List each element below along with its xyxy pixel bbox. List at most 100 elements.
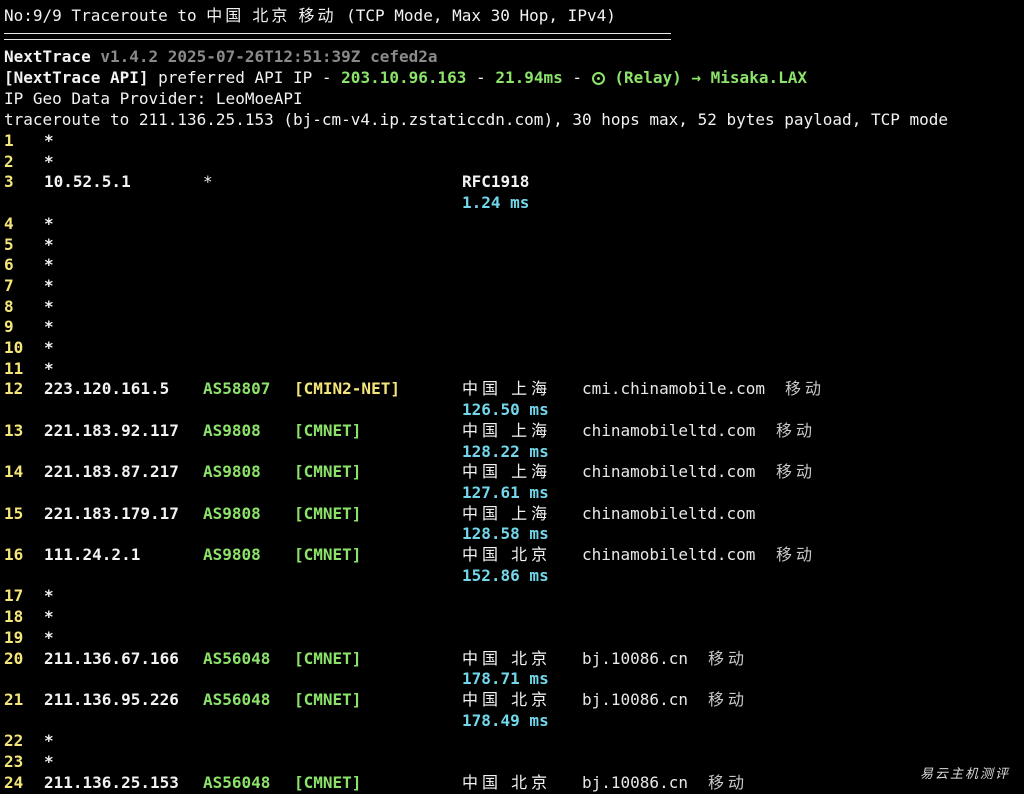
hop-geo: 中国 上海 [462,503,552,523]
hop-number: 12 [4,379,24,399]
hop-timeout: * [44,752,54,771]
hop-hostname: bj.10086.cn [582,689,688,709]
api-tag: [NextTrace API] [4,68,149,87]
hop-timeout: * [44,317,54,337]
hop-number: 3 [4,172,14,192]
hop-timeout: * [44,607,54,627]
hop-number: 16 [4,545,24,564]
hop-hostname: chinamobileltd.com [582,462,756,482]
hop-row: 22 * [0,730,1024,751]
nexttrace-version-line: NextTrace v1.4.2 2025-07-26T12:51:39Z ce… [4,46,438,67]
hop-rtt-row: 128.58 ms [0,523,1024,544]
hop-geo: 中国 北京 [462,545,552,564]
hop-geo: 中国 上海 [462,379,552,399]
hop-number: 21 [4,689,24,709]
api-relay: (Relay) → Misaka.LAX [614,68,807,87]
hop-number: 20 [4,648,24,668]
hop-net-tag: [CMNET] [294,689,362,709]
api-label: preferred API IP - [158,68,332,87]
hop-row: 5 * [0,234,1024,255]
hop-rtt-row: 126.50 ms [0,399,1024,420]
hop-row: 19 * [0,627,1024,648]
hop-asn: AS56048 [203,648,271,668]
hop-net-tag: [CMNET] [294,772,362,792]
hop-rtt: 178.71 ms [462,669,549,689]
hop-number: 8 [4,296,14,316]
hop-rtt: 127.61 ms [462,482,549,502]
hop-rtt: 178.49 ms [462,710,549,730]
hop-isp: 移动 [776,420,817,440]
api-separator-2: - [572,68,583,87]
api-latency: 21.94ms [495,68,563,87]
hop-geo: 中国 北京 [462,648,552,668]
hop-geo: 中国 北京 [462,689,552,709]
hop-timeout: * [44,586,54,606]
hop-row: 2 * [0,151,1024,172]
hop-asn: AS9808 [203,503,261,523]
hop-timeout: * [44,296,54,316]
hop-isp: 移动 [708,772,749,792]
hop-hostname: chinamobileltd.com [582,420,756,440]
hop-net-tag: [CMIN2-NET] [294,379,400,399]
hop-ip: 211.136.67.166 [44,648,179,668]
hop-asn: AS9808 [203,545,261,564]
hop-rtt-row: 127.61 ms [0,482,1024,503]
hop-geo: 中国 北京 [462,772,552,792]
hop-row: 21 211.136.95.226 AS56048 [CMNET] 中国 北京 bj.10… [0,689,1024,710]
hop-row: 15 221.183.179.17 AS9808 [CMNET] 中国 上海 chinam… [0,503,1024,524]
hop-timeout: * [44,627,54,647]
hop-timeout: * [44,234,54,254]
hop-row: 14 221.183.87.217 AS9808 [CMNET] 中国 上海 chinam… [0,461,1024,482]
traceroute-title: No:9/9 Traceroute to 中国 北京 移动 (TCP Mode,… [4,5,616,26]
hop-timeout: * [44,338,54,357]
hop-number: 22 [4,731,24,751]
hop-number: 14 [4,462,24,482]
hop-number: 1 [4,131,14,150]
hop-isp: 移动 [776,462,817,482]
hop-number: 10 [4,338,24,357]
hop-row: 9 * [0,316,1024,337]
hop-row: 17 * [0,585,1024,606]
watermark: 易云主机测评 [919,767,1010,782]
hop-hostname: chinamobileltd.com [582,545,756,564]
hop-row: 13 221.183.92.117 AS9808 [CMNET] 中国 上海 chinam… [0,420,1024,441]
hop-timeout: * [44,151,54,171]
hop-row: 18 * [0,606,1024,627]
hop-hostname: bj.10086.cn [582,772,688,792]
hop-rtt: 126.50 ms [462,400,549,420]
hop-number: 4 [4,213,14,233]
hop-rtt-row: 1.24 ms [0,192,1024,213]
title-suffix: (TCP Mode, Max 30 Hop, IPv4) [346,6,616,25]
hop-number: 7 [4,275,14,295]
hop-geo: 中国 上海 [462,420,552,440]
hop-asn: * [203,172,213,192]
divider-line [4,33,671,40]
hop-rtt-row: 128.22 ms [0,441,1024,462]
hop-rtt: 128.58 ms [462,524,549,544]
hop-rtt: 1.24 ms [462,193,530,213]
hop-number: 24 [4,772,24,792]
hop-net-tag: [CMNET] [294,545,362,564]
hop-asn: AS9808 [203,420,261,440]
hop-timeout: * [44,131,54,150]
hop-asn: AS9808 [203,462,261,482]
hop-row: 3 10.52.5.1 * RFC1918 [0,171,1024,192]
hop-isp: 移动 [708,689,749,709]
hop-ip: 111.24.2.1 [44,545,141,564]
hop-hostname: chinamobileltd.com [582,503,756,523]
hop-number: 13 [4,420,24,440]
title-destination: 中国 北京 移动 [206,6,337,25]
hop-row: 8 * [0,296,1024,317]
hop-number: 23 [4,752,24,771]
hop-number: 5 [4,234,14,254]
hop-rtt: 152.86 ms [462,565,549,585]
hop-hostname: bj.10086.cn [582,648,688,668]
hop-rtt-row: 178.71 ms [0,668,1024,689]
hop-net-tag: [CMNET] [294,462,362,482]
hop-number: 17 [4,586,24,606]
hop-number: 15 [4,503,24,523]
hop-rtt-row: 178.49 ms [0,710,1024,731]
geo-provider-line: IP Geo Data Provider: LeoMoeAPI [4,89,303,108]
hop-ip: 10.52.5.1 [44,172,131,192]
api-line: [NextTrace API] preferred API IP - 203.1… [4,67,807,88]
